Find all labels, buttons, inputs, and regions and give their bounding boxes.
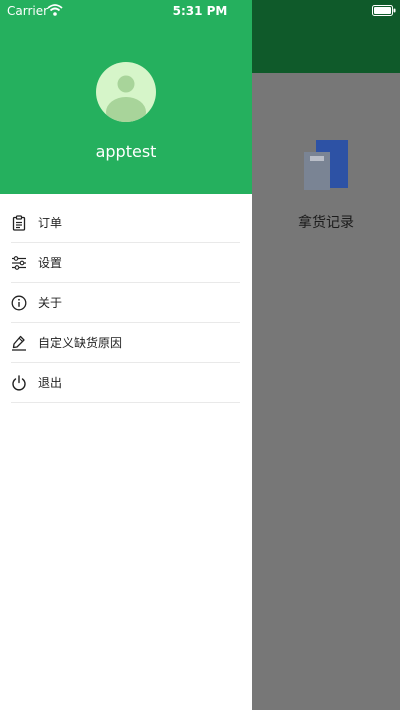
pickup-record-label: 拿货记录 — [298, 215, 354, 231]
navigation-drawer: apptest 订单 设置 关于 自定义缺货原因 退出 — [0, 0, 252, 710]
sliders-icon — [12, 255, 26, 270]
menu-label-settings: 设置 — [38, 256, 63, 270]
pen-icon — [12, 335, 26, 351]
menu-item-about[interactable]: 关于 — [11, 283, 240, 323]
menu-item-logout[interactable]: 退出 — [11, 363, 240, 403]
pickup-record-icon — [304, 140, 348, 190]
menu-label-about: 关于 — [38, 296, 63, 310]
screen: 拿货记录 Carrier 5:31 PM apptest 订单 设置 关于 自定… — [0, 0, 400, 710]
battery-icon — [372, 5, 396, 16]
menu-label-orders: 订单 — [38, 216, 63, 230]
status-bar: Carrier 5:31 PM — [0, 0, 400, 22]
avatar[interactable] — [96, 62, 156, 122]
menu-label-logout: 退出 — [38, 376, 63, 390]
drawer-menu: 订单 设置 关于 自定义缺货原因 退出 — [0, 203, 252, 403]
power-icon — [12, 374, 26, 390]
clipboard-icon — [12, 214, 26, 231]
pickup-record-card[interactable]: 拿货记录 — [252, 130, 400, 250]
menu-item-settings[interactable]: 设置 — [11, 243, 240, 283]
menu-item-orders[interactable]: 订单 — [11, 203, 240, 243]
info-icon — [11, 295, 27, 310]
menu-label-custom-shortage-reason: 自定义缺货原因 — [38, 336, 123, 350]
status-time: 5:31 PM — [172, 4, 228, 18]
menu-item-custom-shortage-reason[interactable]: 自定义缺货原因 — [11, 323, 240, 363]
username: apptest — [95, 142, 157, 161]
drawer-header: apptest — [0, 0, 252, 194]
